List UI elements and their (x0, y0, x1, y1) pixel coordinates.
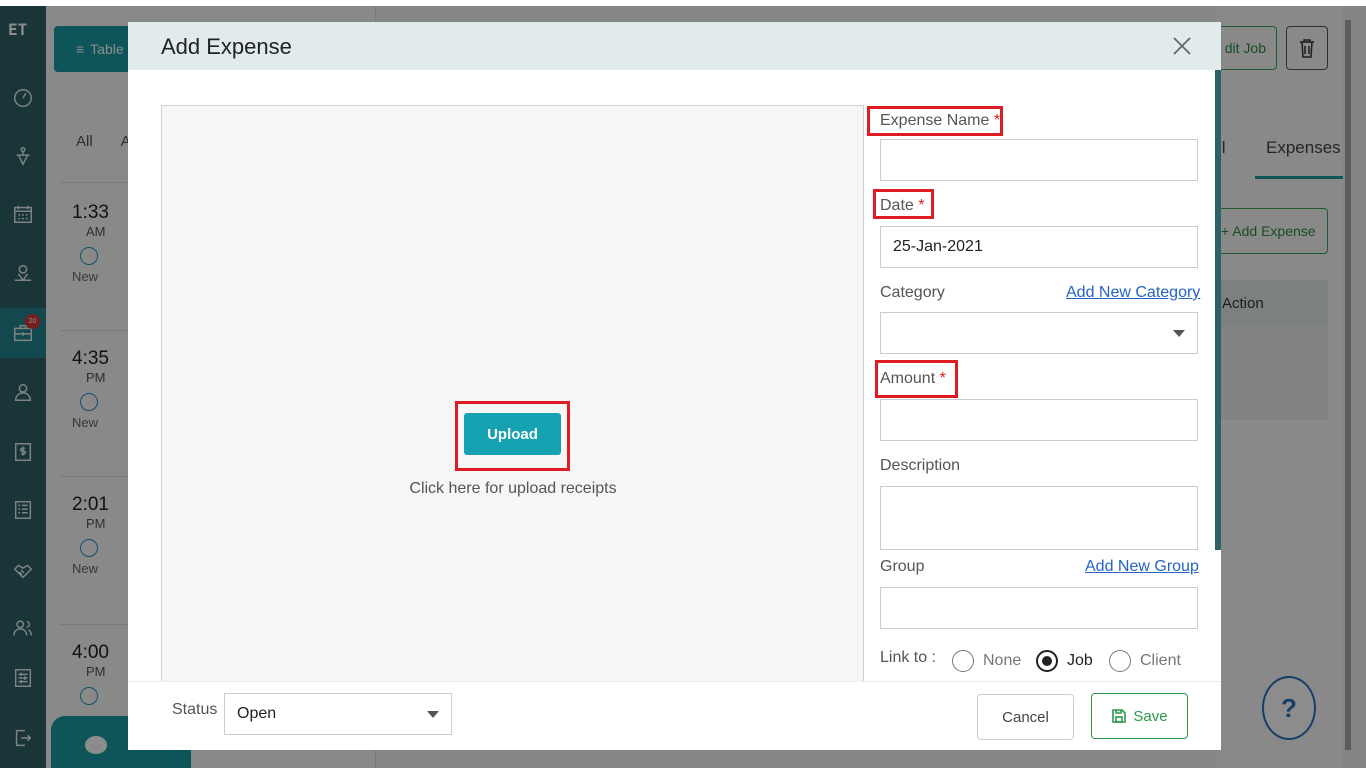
upload-hint: Click here for upload receipts (409, 480, 617, 497)
modal-title: Add Expense (161, 34, 292, 59)
cancel-button[interactable]: Cancel (977, 694, 1074, 740)
add-new-group-link[interactable]: Add New Group (1085, 558, 1199, 576)
top-edge (0, 0, 1366, 6)
link-to-label: Link to : (880, 649, 937, 666)
save-icon (1112, 709, 1127, 723)
group-input[interactable] (880, 587, 1198, 629)
app-root: ET 20 ≡ Table All A 1:33 AM New 4:35 PM … (0, 0, 1366, 768)
add-new-category-link[interactable]: Add New Category (1066, 284, 1200, 302)
radio-none[interactable] (952, 650, 974, 672)
modal-header: Add Expense (128, 22, 1221, 70)
radio-client-label: Client (1140, 652, 1181, 669)
expense-name-label: Expense Name * (880, 112, 1001, 129)
description-label: Description (880, 457, 961, 474)
amount-label: Amount * (880, 370, 946, 387)
radio-client[interactable] (1109, 650, 1131, 672)
radio-job-label: Job (1067, 652, 1093, 669)
modal-scrollbar[interactable] (1215, 70, 1221, 550)
upload-button[interactable]: Upload (464, 413, 561, 455)
group-label: Group (880, 558, 925, 575)
status-select[interactable]: Open (224, 693, 452, 735)
add-expense-modal: Add Expense Upload Click here for upload… (128, 22, 1221, 750)
category-select[interactable] (880, 312, 1198, 354)
close-icon[interactable] (1168, 32, 1196, 60)
date-input[interactable]: 25-Jan-2021 (880, 226, 1198, 268)
radio-none-label: None (983, 652, 1022, 669)
date-label: Date * (880, 197, 925, 214)
status-label: Status (172, 701, 218, 718)
amount-input[interactable] (880, 399, 1198, 441)
description-textarea[interactable] (880, 486, 1198, 550)
expense-name-input[interactable] (880, 139, 1198, 181)
radio-job[interactable] (1036, 650, 1058, 672)
chevron-down-icon (1173, 329, 1185, 337)
save-button[interactable]: Save (1091, 693, 1188, 739)
chevron-down-icon (427, 710, 439, 718)
category-label: Category (880, 284, 945, 301)
